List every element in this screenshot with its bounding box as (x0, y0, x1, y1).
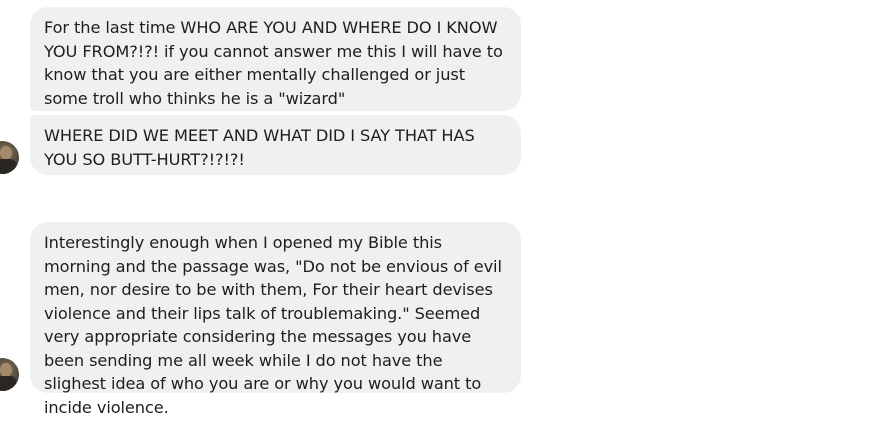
message-text: For the last time WHO ARE YOU AND WHERE … (44, 18, 503, 108)
avatar[interactable] (0, 358, 19, 391)
avatar[interactable] (0, 141, 19, 174)
message-bubble[interactable]: WHERE DID WE MEET AND WHAT DID I SAY THA… (30, 115, 521, 175)
message-bubble[interactable]: Interestingly enough when I opened my Bi… (30, 222, 521, 417)
message-bubble[interactable]: For the last time WHO ARE YOU AND WHERE … (30, 7, 521, 111)
message-text: Interestingly enough when I opened my Bi… (44, 233, 502, 417)
user-avatar-icon (0, 146, 16, 174)
user-avatar-icon (0, 363, 16, 391)
message-text: WHERE DID WE MEET AND WHAT DID I SAY THA… (44, 126, 475, 169)
